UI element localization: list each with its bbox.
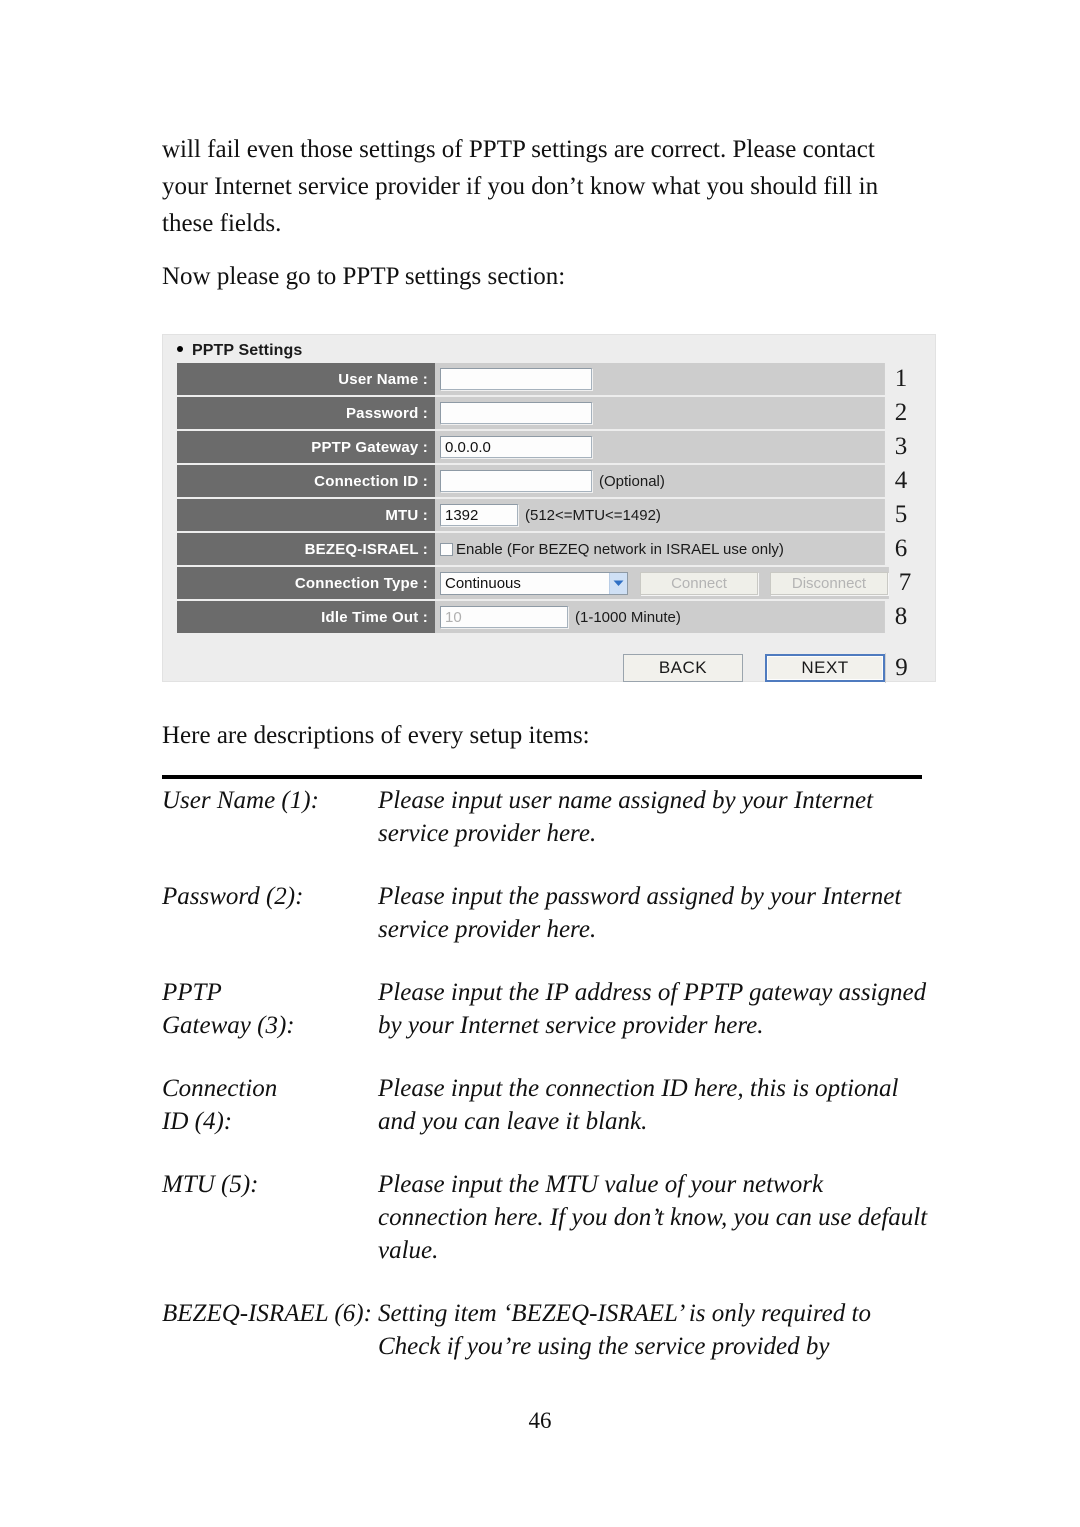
connection-id-hint: (Optional) (599, 472, 665, 490)
descriptions-intro: Here are descriptions of every setup ite… (162, 722, 590, 749)
connection-id-input[interactable] (440, 470, 592, 492)
description-definition-user-name: Please input user name assigned by your … (378, 787, 874, 847)
connection-type-selected-value: Continuous (445, 574, 521, 592)
connect-button[interactable]: Connect (640, 571, 758, 595)
callout-number-9: 9 (895, 654, 908, 681)
callout-number-3: 3 (884, 431, 917, 463)
disconnect-button[interactable]: Disconnect (770, 571, 888, 595)
user-name-value-cell (435, 363, 884, 395)
callout-number-7: 7 (888, 567, 921, 599)
form-row-bezeq-israel: BEZEQ-ISRAEL : Enable (For BEZEQ network… (177, 533, 917, 565)
description-definition-pptp-gateway: Please input the IP address of PPTP gate… (378, 979, 927, 1039)
connection-type-label: Connection Type : (177, 567, 435, 599)
bezeq-israel-value-cell: Enable (For BEZEQ network in ISRAEL use … (435, 533, 884, 565)
description-item-mtu: MTU (5): Please input the MTU value of y… (162, 1168, 932, 1267)
description-definition-mtu: Please input the MTU value of your netwo… (378, 1171, 928, 1264)
connection-id-label: Connection ID : (177, 465, 435, 497)
description-term-line1: BEZEQ-ISRAEL (6): (162, 1300, 372, 1327)
bezeq-israel-checkbox-label: Enable (For BEZEQ network in ISRAEL use … (456, 540, 784, 558)
form-row-idle-time-out: Idle Time Out : 10 (1-1000 Minute) 8 (177, 601, 917, 633)
intro-paragraph: will fail even those settings of PPTP se… (162, 136, 879, 237)
description-item-user-name: User Name (1): Please input user name as… (162, 784, 932, 850)
callout-number-1: 1 (884, 363, 917, 395)
bezeq-israel-label: BEZEQ-ISRAEL : (177, 533, 435, 565)
description-item-bezeq-israel: BEZEQ-ISRAEL (6): Setting item ‘BEZEQ-IS… (162, 1297, 932, 1363)
idle-time-out-value-cell: 10 (1-1000 Minute) (435, 601, 884, 633)
description-definition-bezeq-israel: Setting item ‘BEZEQ-ISRAEL’ is only requ… (378, 1300, 871, 1360)
description-term-line2: Gateway (3): (162, 1012, 295, 1039)
pptp-gateway-input[interactable]: 0.0.0.0 (440, 436, 592, 458)
callout-number-6: 6 (884, 533, 917, 565)
password-label: Password : (177, 397, 435, 429)
description-item-pptp-gateway: PPTP Gateway (3): Please input the IP ad… (162, 976, 932, 1042)
description-term-line1: User Name (1): (162, 787, 319, 814)
pptp-settings-form: User Name : 1 Password : 2 PPTP Gateway … (177, 363, 921, 635)
form-row-mtu: MTU : 1392 (512<=MTU<=1492) 5 (177, 499, 917, 531)
description-term-line1: Connection (162, 1075, 278, 1102)
checkbox-icon[interactable] (440, 542, 453, 556)
idle-time-out-label: Idle Time Out : (177, 601, 435, 633)
bullet-icon (177, 346, 183, 353)
connection-type-select[interactable]: Continuous (440, 571, 628, 595)
callout-number-5: 5 (884, 499, 917, 531)
panel-footer: BACK NEXT 9 (177, 653, 917, 683)
mtu-hint: (512<=MTU<=1492) (525, 506, 661, 524)
description-term-pptp-gateway: PPTP Gateway (3): (162, 976, 378, 1042)
form-row-connection-type: Connection Type : Continuous Connect Dis… (177, 567, 921, 599)
description-term-password: Password (2): (162, 880, 378, 946)
description-term-line1: PPTP (162, 979, 222, 1006)
idle-time-out-hint: (1-1000 Minute) (575, 608, 681, 626)
page-number: 46 (528, 1408, 552, 1433)
pptp-gateway-value-cell: 0.0.0.0 (435, 431, 884, 463)
callout-number-4: 4 (884, 465, 917, 497)
callout-number-9-holder: 9 (885, 653, 917, 683)
panel-heading: PPTP Settings (177, 342, 302, 360)
next-button[interactable]: NEXT (765, 654, 885, 682)
description-term-line1: Password (2): (162, 883, 304, 910)
form-row-pptp-gateway: PPTP Gateway : 0.0.0.0 3 (177, 431, 917, 463)
description-term-mtu: MTU (5): (162, 1168, 378, 1267)
mtu-value-cell: 1392 (512<=MTU<=1492) (435, 499, 884, 531)
description-term-connection-id: Connection ID (4): (162, 1072, 378, 1138)
mtu-input[interactable]: 1392 (440, 504, 518, 526)
callout-number-8: 8 (884, 601, 917, 633)
description-item-connection-id: Connection ID (4): Please input the conn… (162, 1072, 932, 1138)
connection-id-value-cell: (Optional) (435, 465, 884, 497)
pptp-settings-panel: PPTP Settings User Name : 1 Password : 2… (162, 334, 936, 683)
panel-heading-label: PPTP Settings (192, 342, 303, 359)
back-button[interactable]: BACK (623, 654, 743, 682)
idle-time-out-input[interactable]: 10 (440, 606, 568, 628)
callout-number-2: 2 (884, 397, 917, 429)
description-definition-connection-id: Please input the connection ID here, thi… (378, 1075, 899, 1135)
pptp-gateway-label: PPTP Gateway : (177, 431, 435, 463)
bezeq-israel-checkbox-wrap[interactable]: Enable (For BEZEQ network in ISRAEL use … (440, 541, 784, 558)
mtu-label: MTU : (177, 499, 435, 531)
descriptions-divider (162, 775, 922, 779)
chevron-down-icon[interactable] (609, 572, 627, 594)
goto-pptp-section-line: Now please go to PPTP settings section: (162, 263, 566, 290)
password-value-cell (435, 397, 884, 429)
descriptions-list: User Name (1): Please input user name as… (162, 784, 932, 1393)
description-definition-password: Please input the password assigned by yo… (378, 883, 902, 943)
form-row-password: Password : 2 (177, 397, 917, 429)
description-item-password: Password (2): Please input the password … (162, 880, 932, 946)
description-term-line2: ID (4): (162, 1108, 233, 1135)
user-name-input[interactable] (440, 368, 592, 390)
description-term-user-name: User Name (1): (162, 784, 378, 850)
connection-type-value-cell: Continuous Connect Disconnect (435, 567, 888, 599)
description-term-line1: MTU (5): (162, 1171, 259, 1198)
form-row-connection-id: Connection ID : (Optional) 4 (177, 465, 917, 497)
user-name-label: User Name : (177, 363, 435, 395)
password-input[interactable] (440, 402, 592, 424)
form-row-user-name: User Name : 1 (177, 363, 917, 395)
description-term-bezeq-israel: BEZEQ-ISRAEL (6): (162, 1297, 378, 1363)
